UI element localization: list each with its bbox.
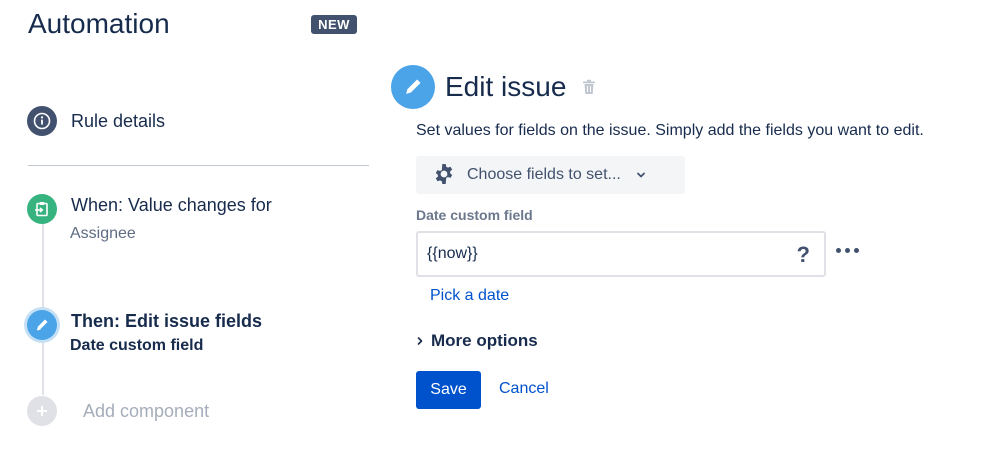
rule-details-item[interactable]: Rule details <box>27 106 165 136</box>
edit-issue-title: Edit issue <box>445 71 567 102</box>
pick-date-link[interactable]: Pick a date <box>430 287 509 305</box>
pencil-icon <box>391 65 435 109</box>
chevron-right-icon <box>416 336 424 346</box>
trash-icon[interactable] <box>582 79 596 95</box>
action-step-title: Then: Edit issue fields <box>71 311 263 331</box>
more-options-toggle[interactable]: More options <box>416 331 538 351</box>
add-component-label: Add component <box>83 400 210 421</box>
gear-icon <box>432 163 456 187</box>
action-step[interactable]: Then: Edit issue fields Date custom fiel… <box>27 310 262 356</box>
date-field-label: Date custom field <box>416 207 533 223</box>
more-actions-icon[interactable] <box>836 244 859 257</box>
choose-fields-dropdown[interactable]: Choose fields to set... <box>416 156 685 194</box>
chevron-down-icon <box>635 169 647 181</box>
page-title: Automation <box>28 8 170 39</box>
add-component-button[interactable]: Add component <box>27 396 209 426</box>
trigger-step-subtitle: Assignee <box>70 225 136 242</box>
cancel-button[interactable]: Cancel <box>499 380 549 398</box>
help-icon[interactable]: ? <box>797 242 810 268</box>
sidebar-divider <box>28 165 369 166</box>
date-field-input[interactable]: {{now}} ? <box>416 231 826 277</box>
trigger-icon <box>27 194 57 224</box>
pencil-icon <box>27 310 57 340</box>
plus-icon <box>27 396 57 426</box>
info-icon <box>27 106 57 136</box>
action-step-subtitle: Date custom field <box>70 337 204 354</box>
more-options-label: More options <box>431 331 538 350</box>
edit-issue-description: Set values for fields on the issue. Simp… <box>416 122 924 139</box>
edit-issue-header: Edit issue <box>391 65 596 109</box>
trigger-step-title: When: Value changes for <box>71 195 272 215</box>
save-button[interactable]: Save <box>416 371 481 409</box>
trigger-step[interactable]: When: Value changes for Assignee <box>27 194 272 244</box>
new-badge: NEW <box>311 15 357 34</box>
date-field-value: {{now}} <box>427 245 478 262</box>
rule-details-label: Rule details <box>71 110 166 131</box>
choose-fields-label: Choose fields to set... <box>467 166 621 183</box>
